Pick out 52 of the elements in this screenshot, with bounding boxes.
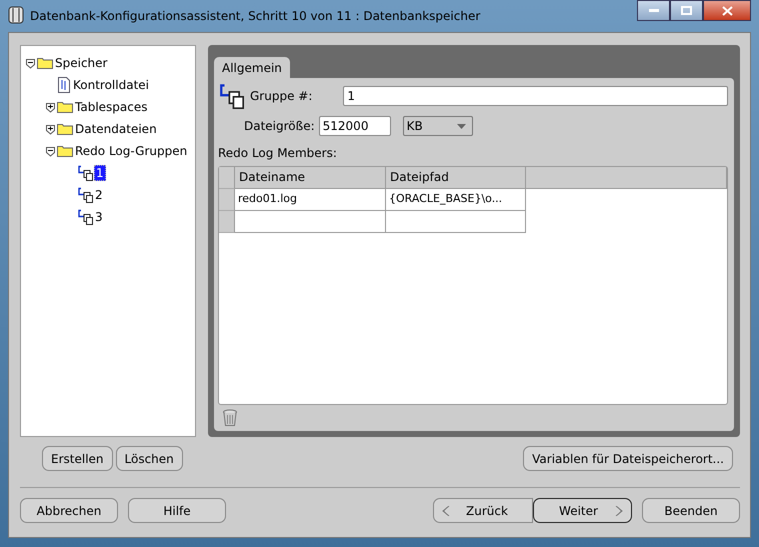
tree-item[interactable]: Tablespaces [74,100,148,114]
minimize-icon [648,8,658,12]
expand-icon[interactable] [45,102,56,112]
footer-button[interactable]: Abbrechen [20,498,118,523]
table-cell: redo01.log [235,189,386,211]
column-header[interactable]: Dateipfad [386,167,526,189]
maximize-icon [681,6,692,15]
minimize-button[interactable] [637,0,670,21]
tree-item[interactable]: Kontrolldatei [72,78,150,92]
expand-icon[interactable] [45,124,56,134]
variables-button[interactable]: Variablen für Dateispeicherort... [523,446,733,471]
folder-icon [37,57,53,69]
collapse-icon[interactable] [45,146,56,156]
footer-button[interactable]: Zurück [433,498,533,523]
footer-button[interactable]: Beenden [642,498,740,523]
maximize-button[interactable] [670,0,703,21]
close-button[interactable] [703,0,751,21]
table-cell: {ORACLE_BASE}\o... [386,189,526,211]
window-title: Datenbank-Konfigurationsassistent, Schritt 10 von 11 : Datenbankspeicher [30,9,482,23]
trash-icon[interactable] [222,409,238,427]
footer-button[interactable]: Hilfe [128,498,226,523]
file-size-label: Dateigröße: [244,119,315,133]
tree-item[interactable]: 1 [94,165,106,181]
tree-item[interactable]: 2 [94,188,104,202]
file-size-field[interactable]: 512000 [318,116,391,136]
tab[interactable]: Allgemein [214,57,290,78]
dropdown-arrow-icon [456,124,466,128]
group-label: Gruppe #: [250,89,312,103]
footer-button[interactable]: Weiter [533,498,632,523]
log-group-icon [77,209,93,225]
log-group-icon [218,83,244,109]
collapse-icon[interactable] [25,58,36,68]
log-group-icon [77,165,93,181]
members-label: Redo Log Members: [218,146,338,160]
tree-item[interactable]: Redo Log-Gruppen [74,144,188,158]
folder-icon [57,145,73,157]
tree-button[interactable]: Löschen [116,446,183,471]
folder-icon [57,123,73,135]
tree-button[interactable]: Erstellen [42,446,113,471]
group-field[interactable]: 1 [343,86,728,106]
column-header[interactable]: Dateiname [235,167,386,189]
folder-icon [57,101,73,113]
tree-item[interactable]: Datendateien [74,122,158,136]
log-group-icon [77,187,93,203]
document-icon [57,77,71,93]
unit-dropdown[interactable]: KB [402,116,473,136]
tree-item[interactable]: Speicher [54,56,108,70]
app-icon [8,6,24,26]
tree-item[interactable]: 3 [94,210,104,224]
back-arrow-icon [442,506,450,516]
next-arrow-icon [615,506,623,516]
close-icon [722,6,732,16]
